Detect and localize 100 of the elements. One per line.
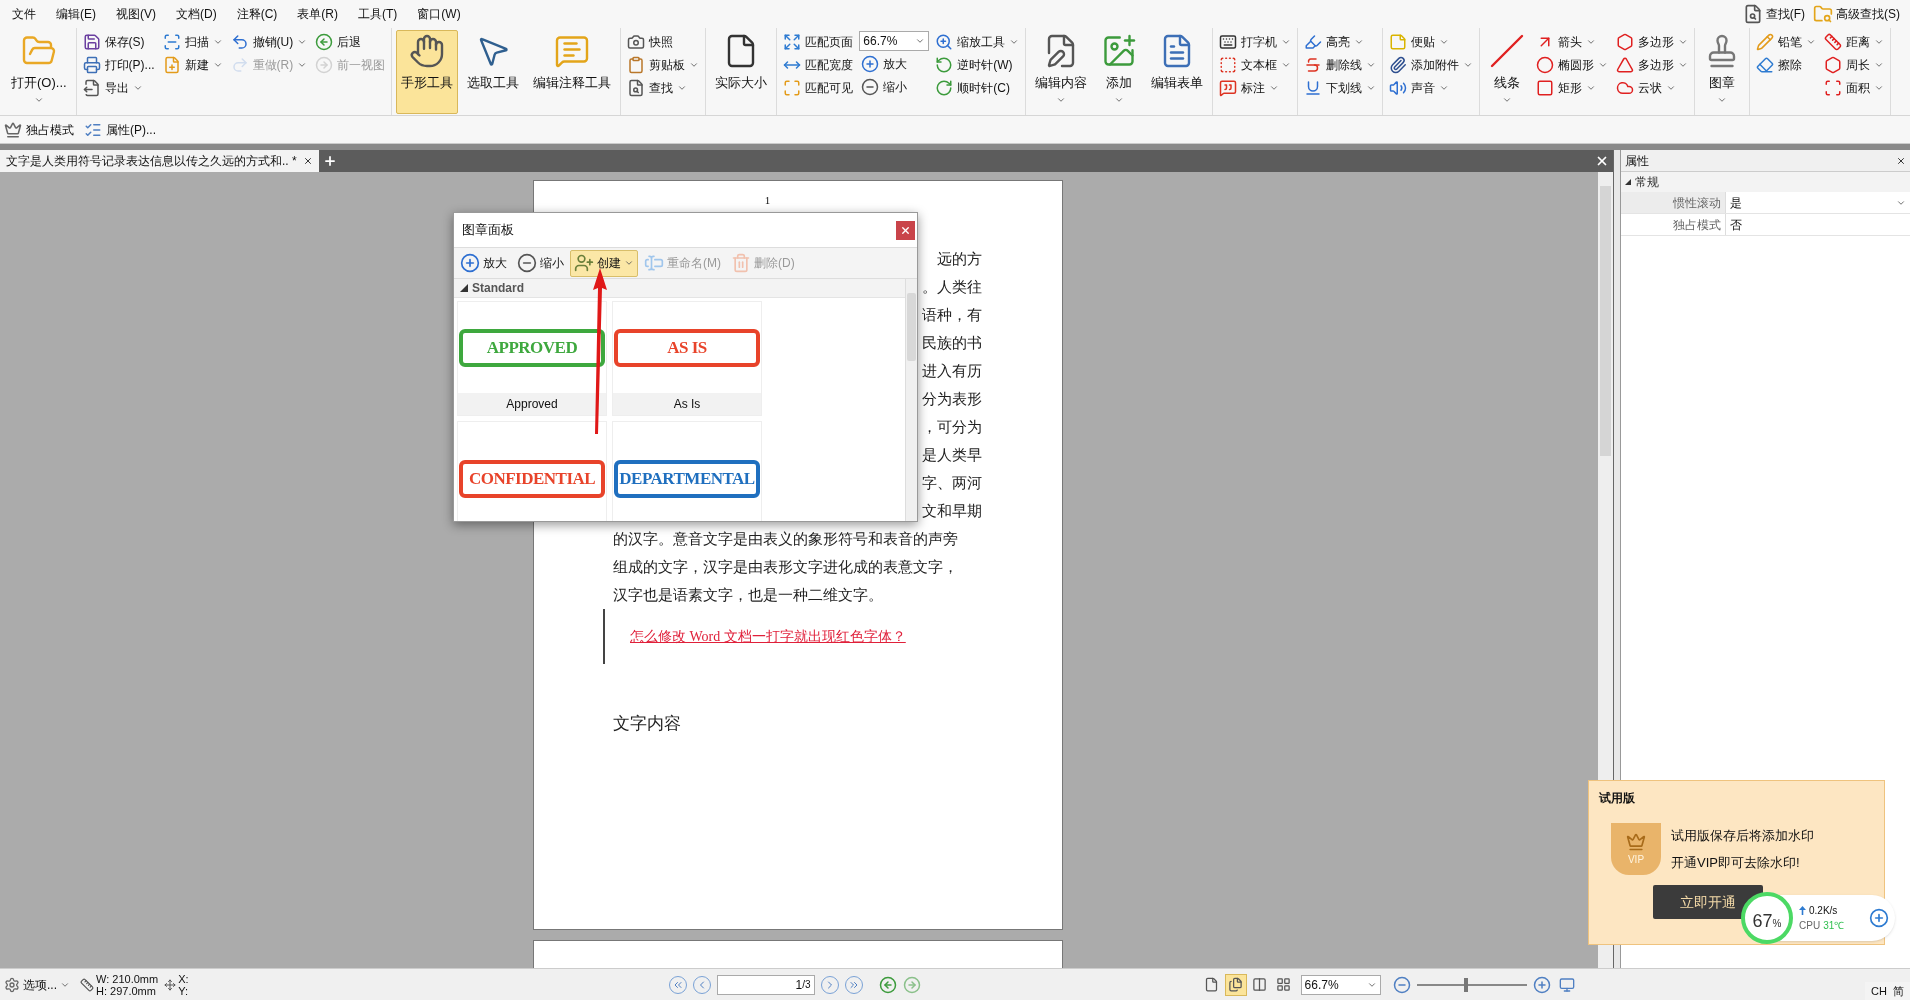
- slider-thumb[interactable]: [1464, 977, 1469, 992]
- ribbon-tool-button[interactable]: 后退: [313, 30, 388, 53]
- zoom-field[interactable]: 66.7%: [1300, 974, 1381, 995]
- category-header[interactable]: Standard: [454, 279, 905, 298]
- stamp-card[interactable]: CONFIDENTIAL: [457, 421, 607, 521]
- ribbon-tool-button[interactable]: 实际大小: [710, 30, 773, 114]
- menu-item[interactable]: 窗口(W): [407, 2, 471, 26]
- ribbon-tool-button[interactable]: 选取工具: [462, 30, 525, 114]
- ribbon-tool-button[interactable]: 保存(S): [80, 30, 157, 53]
- ribbon-tool-button[interactable]: 新建: [160, 53, 225, 76]
- zoom-slider[interactable]: [1416, 977, 1527, 992]
- ribbon-tool-button[interactable]: 快照: [625, 30, 702, 53]
- ribbon-tool-button[interactable]: 铅笔: [1754, 30, 1819, 53]
- ribbon-tool-button[interactable]: 周长: [1822, 53, 1887, 76]
- ribbon-tool-button[interactable]: 匹配页面: [781, 30, 856, 53]
- ribbon-tool-button[interactable]: 打开(O)...: [6, 30, 72, 114]
- menu-item[interactable]: 编辑(E): [46, 2, 106, 26]
- menu-item[interactable]: 文件: [2, 2, 46, 26]
- close-icon[interactable]: [1595, 154, 1609, 168]
- ribbon-tool-button[interactable]: 高亮: [1302, 30, 1379, 53]
- forward-icon: [315, 55, 334, 74]
- dialog-toolbar-button[interactable]: 创建: [570, 249, 638, 277]
- menu-item[interactable]: 文档(D): [166, 2, 227, 26]
- ribbon-tool-button[interactable]: 删除线: [1302, 53, 1379, 76]
- zoom-out-icon[interactable]: [1392, 975, 1411, 994]
- zoom-in-icon[interactable]: [1532, 975, 1551, 994]
- stamp-card[interactable]: APPROVED Approved: [457, 301, 607, 416]
- ribbon-tool-button[interactable]: 查找: [625, 76, 702, 99]
- clipboard-icon: [627, 55, 646, 74]
- ribbon-tool-button[interactable]: 线条: [1484, 30, 1531, 114]
- dialog-toolbar-button[interactable]: 放大: [456, 249, 511, 277]
- ribbon-tool-button[interactable]: 文本框: [1217, 53, 1294, 76]
- ribbon-tool-button[interactable]: 椭圆形: [1534, 53, 1611, 76]
- scrollbar[interactable]: [905, 279, 917, 521]
- toolbar-button[interactable]: 独占模式: [4, 120, 74, 139]
- page-field[interactable]: 1/3: [716, 974, 815, 995]
- ribbon-tool-button[interactable]: 添加附件: [1387, 53, 1476, 76]
- stamp-card[interactable]: AS IS As Is: [612, 301, 762, 416]
- new-tab-icon[interactable]: [322, 154, 337, 168]
- ribbon-tool-button[interactable]: 剪贴板: [625, 53, 702, 76]
- ribbon-tool-button[interactable]: 多边形: [1614, 30, 1691, 53]
- property-value[interactable]: 否: [1726, 214, 1910, 235]
- paperclip-icon: [1389, 55, 1408, 74]
- ribbon-tool-button[interactable]: 擦除: [1754, 53, 1819, 76]
- ribbon-tool-button[interactable]: 匹配可见: [781, 76, 856, 99]
- search-button[interactable]: 查找(F): [1742, 4, 1805, 24]
- stamp-label: Approved: [458, 393, 606, 415]
- strikethrough-icon: [1304, 55, 1323, 74]
- ribbon-tool-button[interactable]: 面积: [1822, 76, 1887, 99]
- caret-icon: [624, 258, 634, 268]
- menu-item[interactable]: 工具(T): [348, 2, 408, 26]
- ribbon-tool-button[interactable]: 顺时针(C): [933, 76, 1022, 99]
- add-icon[interactable]: [1869, 908, 1889, 928]
- ribbon-tool-button[interactable]: 撤销(U): [228, 30, 310, 53]
- ribbon-tool-button[interactable]: 距离: [1822, 30, 1887, 53]
- fit-visible-icon: [783, 78, 802, 97]
- ribbon-tool-button[interactable]: 缩放工具: [933, 30, 1022, 53]
- ime-indicator[interactable]: CH 简: [1865, 982, 1910, 1000]
- ribbon-tool-button[interactable]: 手形工具: [396, 30, 459, 114]
- ribbon-tool-button[interactable]: 缩小: [859, 75, 930, 98]
- ribbon-tool-button[interactable]: 打印(P)...: [80, 53, 157, 76]
- ribbon-tool-button[interactable]: 编辑内容: [1030, 30, 1093, 114]
- section-header[interactable]: 常规: [1621, 172, 1910, 192]
- search-button[interactable]: 高级查找(S): [1813, 4, 1900, 24]
- view-icon[interactable]: [1558, 976, 1575, 993]
- export-icon: [82, 78, 101, 97]
- ribbon-tool-button[interactable]: 匹配宽度: [781, 53, 856, 76]
- ribbon-tool-button[interactable]: 便贴: [1387, 30, 1476, 53]
- ribbon-tool-button[interactable]: 声音: [1387, 76, 1476, 99]
- dialog-toolbar-button[interactable]: 缩小: [513, 249, 568, 277]
- property-value[interactable]: 是: [1726, 192, 1910, 213]
- menu-item[interactable]: 视图(V): [106, 2, 166, 26]
- ribbon-tool-button[interactable]: 导出: [80, 76, 157, 99]
- ribbon-tool-button[interactable]: 矩形: [1534, 76, 1611, 99]
- options-button[interactable]: 选项...: [4, 975, 70, 994]
- close-icon[interactable]: [1896, 155, 1906, 166]
- ribbon-tool-button[interactable]: 下划线: [1302, 76, 1379, 99]
- ribbon-tool-button[interactable]: 编辑注释工具: [528, 30, 617, 114]
- ribbon-tool-button[interactable]: 编辑表单: [1146, 30, 1209, 114]
- document-tab[interactable]: 文字是人类用符号记录表达信息以传之久远的方式和.. *: [0, 150, 319, 172]
- ribbon-tool-button[interactable]: 放大: [859, 52, 930, 75]
- toolbar-button[interactable]: 属性(P)...: [84, 120, 156, 139]
- ribbon-tool-button[interactable]: 扫描: [160, 30, 225, 53]
- document-link[interactable]: 怎么修改 Word 文档一打字就出现红色字体？: [630, 626, 906, 647]
- ribbon-tool-button[interactable]: 云状: [1614, 76, 1691, 99]
- ribbon-tool-button[interactable]: 图章: [1699, 30, 1746, 114]
- ribbon-tool-button[interactable]: 打字机: [1217, 30, 1294, 53]
- ribbon-tool-button[interactable]: 箭头: [1534, 30, 1611, 53]
- stamp-card[interactable]: DEPARTMENTAL: [612, 421, 762, 521]
- ribbon-tool-button[interactable]: 逆时针(W): [933, 53, 1022, 76]
- menu-item[interactable]: 表单(R): [287, 2, 348, 26]
- pencil-icon: [1756, 32, 1775, 51]
- menu-item[interactable]: 注释(C): [226, 2, 288, 26]
- continuous-page-icon[interactable]: [1224, 973, 1247, 996]
- ribbon-tool-button[interactable]: 多边形: [1614, 53, 1691, 76]
- ribbon-tool-button[interactable]: 标注: [1217, 76, 1294, 99]
- zoom-field[interactable]: 66.7%: [859, 31, 930, 51]
- back-icon[interactable]: [878, 975, 897, 994]
- close-button[interactable]: [896, 220, 915, 240]
- ribbon-tool-button[interactable]: 添加: [1096, 30, 1143, 114]
